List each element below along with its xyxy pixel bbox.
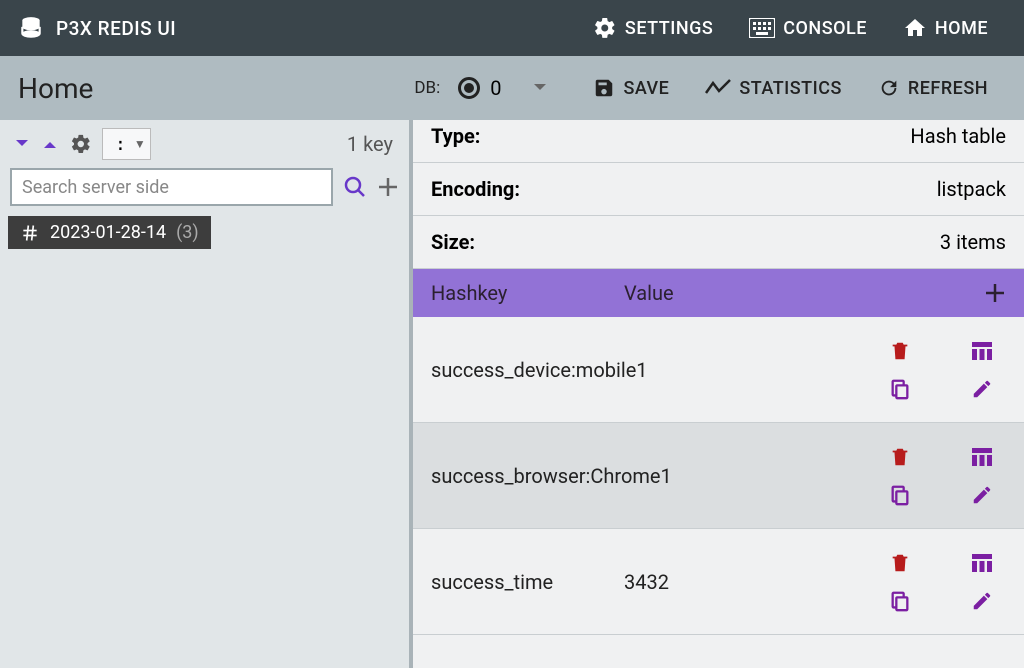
database-icon (18, 15, 44, 41)
refresh-icon (878, 77, 900, 99)
home-icon (903, 16, 927, 40)
home-label: HOME (935, 18, 988, 39)
settings-button[interactable]: SETTINGS (575, 0, 731, 56)
add-row-icon[interactable] (984, 282, 1006, 304)
info-size-value: 3 items (940, 230, 1006, 254)
columns-icon[interactable] (970, 340, 994, 362)
chevron-down-icon: ▼ (134, 137, 146, 151)
page-title: Home (18, 72, 93, 105)
tree-item[interactable]: 2023-01-28-14 (3) (8, 216, 211, 249)
db-value: 0 (490, 76, 501, 100)
collapse-all-icon[interactable] (38, 136, 62, 152)
separator-select[interactable]: : ▼ (102, 128, 151, 160)
table-row: success_browser:Chrome1 (413, 423, 1024, 529)
copy-icon[interactable] (889, 589, 911, 613)
table-row: success_device:mobile1 (413, 317, 1024, 423)
add-key-icon[interactable] (377, 176, 399, 198)
brand-text: P3X REDIS UI (56, 17, 176, 40)
info-size: Size: 3 items (413, 216, 1024, 269)
cell-hashkey: success_browser:Chrome1 (431, 464, 624, 488)
brand: P3X REDIS UI (18, 15, 176, 41)
table-header: Hashkey Value (413, 269, 1024, 317)
info-type-label: Type: (431, 124, 480, 148)
chevron-down-icon (533, 83, 547, 93)
info-encoding-value: listpack (937, 177, 1006, 201)
sidebar-toolbar: : ▼ 1 key (0, 120, 409, 168)
tree-item-key: 2023-01-28-14 (50, 222, 166, 243)
keyboard-icon (749, 18, 775, 38)
edit-icon[interactable] (971, 484, 993, 506)
sidebar: : ▼ 1 key 2023-01-28-14 (3) (0, 120, 413, 668)
db-selector[interactable]: 0 (458, 76, 547, 100)
app-header: P3X REDIS UI SETTINGS CONSOLE HOME (0, 0, 1024, 56)
col-hashkey: Hashkey (431, 281, 624, 305)
cell-value: 3432 (624, 570, 876, 594)
statistics-button[interactable]: STATISTICS (687, 78, 860, 99)
copy-icon[interactable] (889, 377, 911, 401)
delete-icon[interactable] (889, 445, 911, 469)
hash-icon (20, 223, 40, 243)
save-button[interactable]: SAVE (575, 77, 687, 99)
key-count: 1 key (347, 132, 399, 156)
row-actions (876, 551, 1006, 613)
info-size-label: Size: (431, 230, 475, 254)
cell-hashkey: success_time (431, 570, 624, 594)
radio-icon (458, 77, 480, 99)
info-type-value: Hash table (910, 124, 1006, 148)
search-icon[interactable] (343, 175, 367, 199)
delete-icon[interactable] (889, 339, 911, 363)
info-encoding: Encoding: listpack (413, 163, 1024, 216)
refresh-button[interactable]: REFRESH (860, 77, 1006, 99)
table-row: success_time3432 (413, 529, 1024, 635)
settings-label: SETTINGS (625, 18, 713, 39)
toolbar: Home DB: 0 SAVE STATISTICS REFRESH (0, 56, 1024, 120)
columns-icon[interactable] (970, 552, 994, 574)
delete-icon[interactable] (889, 551, 911, 575)
home-button[interactable]: HOME (885, 0, 1006, 56)
expand-all-icon[interactable] (10, 136, 34, 152)
statistics-icon (705, 79, 731, 97)
info-encoding-label: Encoding: (431, 177, 520, 201)
copy-icon[interactable] (889, 483, 911, 507)
row-actions (876, 339, 1006, 401)
main: : ▼ 1 key 2023-01-28-14 (3) (0, 120, 1024, 668)
separator-value: : (107, 134, 134, 155)
col-value: Value (624, 281, 984, 305)
cell-hashkey: success_device:mobile1 (431, 358, 624, 382)
console-button[interactable]: CONSOLE (731, 0, 885, 56)
statistics-label: STATISTICS (739, 78, 842, 99)
sidebar-settings-icon[interactable] (70, 133, 92, 155)
save-label: SAVE (623, 78, 669, 99)
info-type: Type: Hash table (413, 120, 1024, 163)
row-actions (876, 445, 1006, 507)
edit-icon[interactable] (971, 378, 993, 400)
edit-icon[interactable] (971, 590, 993, 612)
save-icon (593, 77, 615, 99)
refresh-label: REFRESH (908, 78, 988, 99)
search-input[interactable] (10, 168, 333, 206)
tree-item-count: (3) (176, 222, 199, 243)
search-row (0, 168, 409, 216)
console-label: CONSOLE (783, 18, 867, 39)
gear-icon (593, 16, 617, 40)
content: Type: Hash table Encoding: listpack Size… (413, 120, 1024, 668)
db-label: DB: (414, 78, 440, 98)
columns-icon[interactable] (970, 446, 994, 468)
